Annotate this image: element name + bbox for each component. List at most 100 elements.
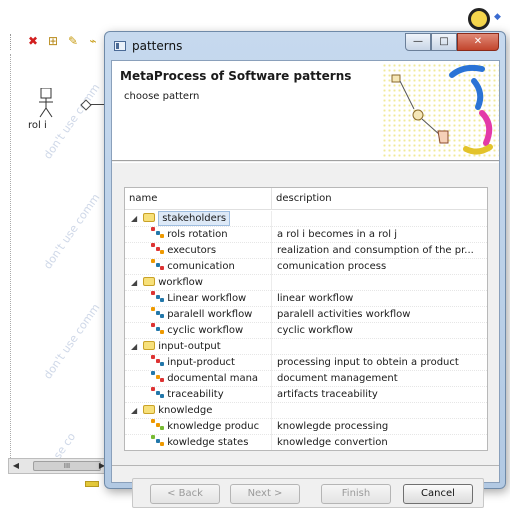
properties-icon[interactable]: ⊞	[46, 34, 60, 48]
row-name-label: paralell workflow	[167, 309, 253, 320]
column-divider	[271, 339, 272, 355]
collapse-arrow-icon[interactable]: ◢	[131, 211, 137, 227]
tree-item-row[interactable]: cyclic workflow cyclic workflow	[125, 323, 487, 339]
tree-item-row[interactable]: kowledge states knowledge convertion	[125, 435, 487, 451]
tree-item-row[interactable]: comunication comunication process	[125, 259, 487, 275]
close-button[interactable]: ✕	[457, 33, 499, 51]
row-description-cell: artifacts traceability	[277, 389, 378, 400]
row-name-label: comunication	[167, 261, 235, 272]
banner-logo-icon	[382, 63, 499, 159]
minimize-button[interactable]: —	[405, 33, 431, 51]
column-name-header[interactable]: name	[129, 193, 157, 204]
row-name-cell: workflow	[143, 275, 288, 291]
banner-subtitle: choose pattern	[124, 91, 200, 102]
row-name-cell: Linear workflow	[151, 291, 296, 307]
collapse-arrow-icon[interactable]: ◢	[131, 275, 137, 291]
column-divider	[271, 371, 272, 387]
tree-category-row[interactable]: ◢ workflow	[125, 275, 487, 291]
row-description-cell: knowlegde processing	[277, 421, 389, 432]
row-name-cell: traceability	[151, 387, 296, 403]
watermark-text: don't use comm	[41, 191, 103, 272]
row-name-cell: paralell workflow	[151, 307, 296, 323]
row-name-cell: comunication	[151, 259, 296, 275]
tree-item-row[interactable]: Linear workflow linear workflow	[125, 291, 487, 307]
column-divider	[271, 419, 272, 435]
row-name-cell: stakeholders	[143, 211, 288, 227]
wizard-button-bar: < Back Next > Finish Cancel	[132, 478, 484, 508]
row-name-label: input-product	[167, 357, 235, 368]
horizontal-scrollbar[interactable]: ◀ III ▶	[8, 458, 110, 474]
rotation-icon	[151, 227, 164, 238]
tree-category-row[interactable]: ◢ input-output	[125, 339, 487, 355]
row-name-label: documental mana	[167, 373, 259, 384]
row-name-label: traceability	[167, 389, 224, 400]
row-description-cell: cyclic workflow	[277, 325, 353, 336]
column-divider[interactable]	[271, 188, 272, 210]
collapse-arrow-icon[interactable]: ◢	[131, 339, 137, 355]
link-icon[interactable]: ⌁	[86, 34, 100, 48]
dialog-titlebar[interactable]: patterns — □ ✕	[105, 32, 505, 60]
row-name-cell: input-output	[143, 339, 288, 355]
knowledge-produce-icon	[151, 419, 164, 430]
column-divider	[271, 355, 272, 371]
window-icon	[114, 41, 126, 51]
column-divider	[271, 323, 272, 339]
column-divider	[271, 403, 272, 419]
row-gridline	[125, 450, 487, 451]
tree-item-row[interactable]: knowledge produc knowlegde processing	[125, 419, 487, 435]
row-name-cell: cyclic workflow	[151, 323, 296, 339]
row-description-cell: realization and consumption of the pr...	[277, 245, 474, 256]
row-name-cell: executors	[151, 243, 296, 259]
document-icon	[151, 371, 164, 382]
diagram-canvas[interactable]: don't use comm don't use comm don't use …	[10, 54, 110, 474]
tree-category-row[interactable]: ◢ stakeholders	[125, 211, 487, 227]
finish-button[interactable]: Finish	[321, 484, 391, 504]
row-name-label: executors	[167, 245, 217, 256]
column-divider	[271, 291, 272, 307]
tree-item-row[interactable]: documental mana document management	[125, 371, 487, 387]
watermark-text: se co	[51, 430, 79, 462]
actor-label: rol i	[28, 120, 47, 131]
row-description-cell: document management	[277, 373, 398, 384]
scroll-left-icon[interactable]: ◀	[9, 459, 23, 473]
row-description-cell: a rol i becomes in a rol j	[277, 229, 397, 240]
column-divider	[271, 435, 272, 450]
tree-item-row[interactable]: paralell workflow paralell activities wor…	[125, 307, 487, 323]
footer-separator	[112, 465, 499, 466]
column-divider	[271, 307, 272, 323]
scrollbar-thumb[interactable]: III	[33, 461, 101, 471]
column-divider	[271, 227, 272, 243]
maximize-button[interactable]: □	[431, 33, 457, 51]
row-description-cell: processing input to obtein a product	[277, 357, 459, 368]
app-logo-icon[interactable]	[468, 8, 490, 30]
tree-item-row[interactable]: executors realization and consumption of …	[125, 243, 487, 259]
cyclic-workflow-icon	[151, 323, 164, 334]
dialog-client: MetaProcess of Software patterns choose …	[111, 60, 500, 508]
row-name-cell: rols rotation	[151, 227, 296, 243]
edit-icon[interactable]: ✎	[66, 34, 80, 48]
tree-item-row[interactable]: traceability artifacts traceability	[125, 387, 487, 403]
row-name-cell: documental mana	[151, 371, 296, 387]
collapse-arrow-icon[interactable]: ◢	[131, 403, 137, 419]
actor-icon[interactable]	[38, 88, 54, 118]
column-divider	[271, 243, 272, 259]
tree-item-row[interactable]: rols rotation a rol i becomes in a rol j	[125, 227, 487, 243]
logo-badge-icon: ◆	[494, 12, 501, 22]
row-name-cell: input-product	[151, 355, 296, 371]
row-description-cell: knowledge convertion	[277, 437, 388, 448]
cancel-button[interactable]: Cancel	[403, 484, 473, 504]
delete-icon[interactable]: ✖	[26, 34, 40, 48]
next-button[interactable]: Next >	[230, 484, 300, 504]
tree-category-row[interactable]: ◢ knowledge	[125, 403, 487, 419]
row-description-cell: comunication process	[277, 261, 387, 272]
pattern-tree[interactable]: name description ◢ stakeholders rols rot…	[124, 187, 488, 451]
knowledge-states-icon	[151, 435, 164, 446]
back-button[interactable]: < Back	[150, 484, 220, 504]
tree-item-row[interactable]: input-product processing input to obtein …	[125, 355, 487, 371]
row-description-cell: linear workflow	[277, 293, 354, 304]
folder-icon	[143, 277, 155, 286]
row-name-label: workflow	[158, 277, 203, 288]
tree-rows: ◢ stakeholders rols rotation a rol i beco…	[125, 211, 487, 451]
column-description-header[interactable]: description	[276, 193, 332, 204]
communication-icon	[151, 259, 164, 270]
